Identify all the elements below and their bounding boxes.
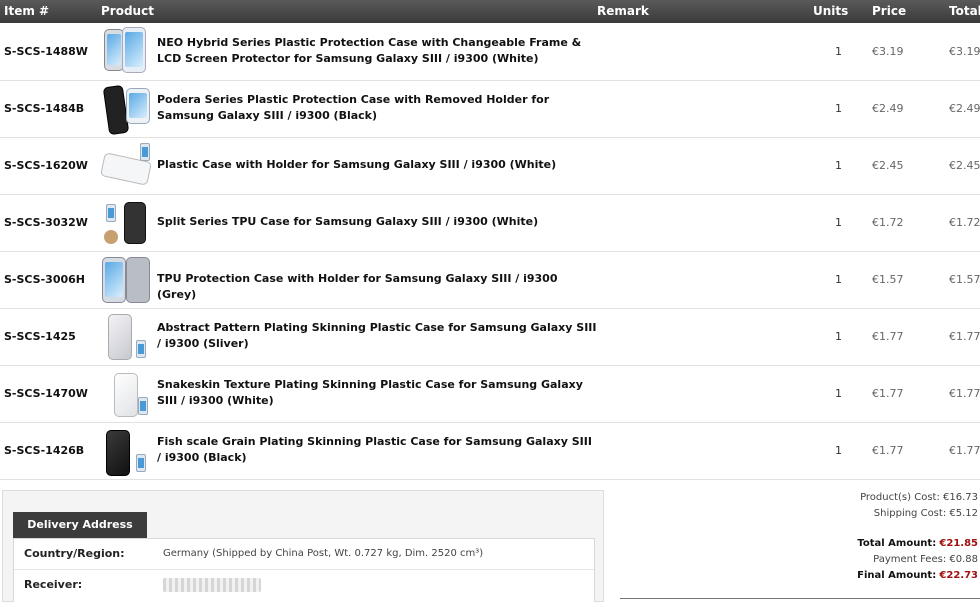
item-sku: S-SCS-1620W	[4, 159, 88, 172]
item-units: 1	[835, 387, 842, 400]
item-price: €2.49	[872, 102, 904, 115]
item-sku: S-SCS-1488W	[4, 45, 88, 58]
final-amount-line: Final Amount: €22.73	[618, 568, 978, 584]
delivery-panel: Delivery Address Country/Region: Germany…	[2, 490, 604, 602]
item-units: 1	[835, 159, 842, 172]
col-header-product: Product	[101, 4, 154, 18]
product-thumbnail[interactable]	[100, 84, 152, 136]
col-header-units: Units	[813, 4, 849, 18]
col-header-total: Total	[949, 4, 980, 18]
product-name-link[interactable]: Plastic Case with Holder for Samsung Gal…	[157, 157, 597, 173]
delivery-address-tab[interactable]: Delivery Address	[13, 512, 147, 538]
item-sku: S-SCS-1470W	[4, 387, 88, 400]
product-name-link[interactable]: Podera Series Plastic Protection Case wi…	[157, 92, 597, 124]
item-units: 1	[835, 216, 842, 229]
product-thumbnail[interactable]	[100, 255, 152, 303]
delivery-receiver-row: Receiver:	[14, 570, 594, 600]
item-total: €1.72	[949, 216, 980, 229]
order-summary: Product(s) Cost: €16.73 Shipping Cost: €…	[618, 490, 978, 584]
table-row: S-SCS-1484B Podera Series Plastic Protec…	[0, 80, 980, 138]
product-thumbnail[interactable]	[100, 27, 152, 75]
product-name-link[interactable]: NEO Hybrid Series Plastic Protection Cas…	[157, 35, 597, 67]
product-thumbnail[interactable]	[100, 426, 152, 476]
item-price: €3.19	[872, 45, 904, 58]
item-sku: S-SCS-3006H	[4, 273, 85, 286]
product-name-link[interactable]: TPU Protection Case with Holder for Sams…	[157, 271, 597, 303]
table-row: S-SCS-1426B Fish scale Grain Plating Ski…	[0, 422, 980, 480]
item-price: €1.77	[872, 387, 904, 400]
item-price: €2.45	[872, 159, 904, 172]
col-header-price: Price	[872, 4, 907, 18]
item-sku: S-SCS-1484B	[4, 102, 85, 115]
item-units: 1	[835, 444, 842, 457]
item-total: €2.49	[949, 102, 980, 115]
item-total: €2.45	[949, 159, 980, 172]
item-price: €1.57	[872, 273, 904, 286]
receiver-label: Receiver:	[24, 578, 83, 591]
col-header-item: Item #	[4, 4, 50, 18]
product-name-link[interactable]: Split Series TPU Case for Samsung Galaxy…	[157, 214, 597, 230]
summary-divider	[620, 598, 980, 599]
item-total: €1.57	[949, 273, 980, 286]
product-name-link[interactable]: Fish scale Grain Plating Skinning Plasti…	[157, 434, 597, 466]
products-cost: Product(s) Cost: €16.73	[860, 492, 978, 503]
product-name-link[interactable]: Snakeskin Texture Plating Skinning Plast…	[157, 377, 597, 409]
item-total: €1.77	[949, 387, 980, 400]
total-amount-value: €21.85	[939, 538, 978, 549]
total-amount-line: Total Amount: €21.85	[618, 536, 978, 552]
delivery-details: Country/Region: Germany (Shipped by Chin…	[13, 538, 595, 602]
product-thumbnail[interactable]	[100, 198, 152, 246]
item-sku: S-SCS-1425	[4, 330, 76, 343]
item-units: 1	[835, 45, 842, 58]
item-price: €1.72	[872, 216, 904, 229]
item-total: €1.77	[949, 444, 980, 457]
item-sku: S-SCS-3032W	[4, 216, 88, 229]
table-row: S-SCS-1470W Snakeskin Texture Plating Sk…	[0, 365, 980, 423]
item-total: €3.19	[949, 45, 980, 58]
delivery-country-row: Country/Region: Germany (Shipped by Chin…	[14, 539, 594, 570]
final-amount-label: Final Amount:	[857, 570, 937, 581]
final-amount-value: €22.73	[939, 570, 978, 581]
item-units: 1	[835, 102, 842, 115]
total-amount-label: Total Amount:	[857, 538, 937, 549]
item-price: €1.77	[872, 444, 904, 457]
item-price: €1.77	[872, 330, 904, 343]
table-row: S-SCS-1620W Plastic Case with Holder for…	[0, 137, 980, 195]
table-row: S-SCS-3006H TPU Protection Case with Hol…	[0, 251, 980, 309]
product-name-link[interactable]: Abstract Pattern Plating Skinning Plasti…	[157, 320, 597, 352]
receiver-redacted	[163, 578, 261, 592]
table-row: S-SCS-1488W NEO Hybrid Series Plastic Pr…	[0, 23, 980, 81]
product-thumbnail[interactable]	[100, 369, 152, 417]
payment-fees: Payment Fees: €0.88	[873, 554, 978, 565]
table-row: S-SCS-3032W Split Series TPU Case for Sa…	[0, 194, 980, 252]
item-sku: S-SCS-1426B	[4, 444, 85, 457]
country-value: Germany (Shipped by China Post, Wt. 0.72…	[163, 548, 484, 559]
product-thumbnail[interactable]	[100, 141, 152, 189]
item-total: €1.77	[949, 330, 980, 343]
shipping-cost: Shipping Cost: €5.12	[873, 508, 978, 519]
col-header-remark: Remark	[597, 4, 649, 18]
item-units: 1	[835, 330, 842, 343]
table-row: S-SCS-1425 Abstract Pattern Plating Skin…	[0, 308, 980, 366]
product-thumbnail[interactable]	[100, 312, 152, 360]
country-label: Country/Region:	[24, 547, 125, 560]
item-units: 1	[835, 273, 842, 286]
table-header: Item # Product Remark Units Price Total	[0, 0, 980, 23]
